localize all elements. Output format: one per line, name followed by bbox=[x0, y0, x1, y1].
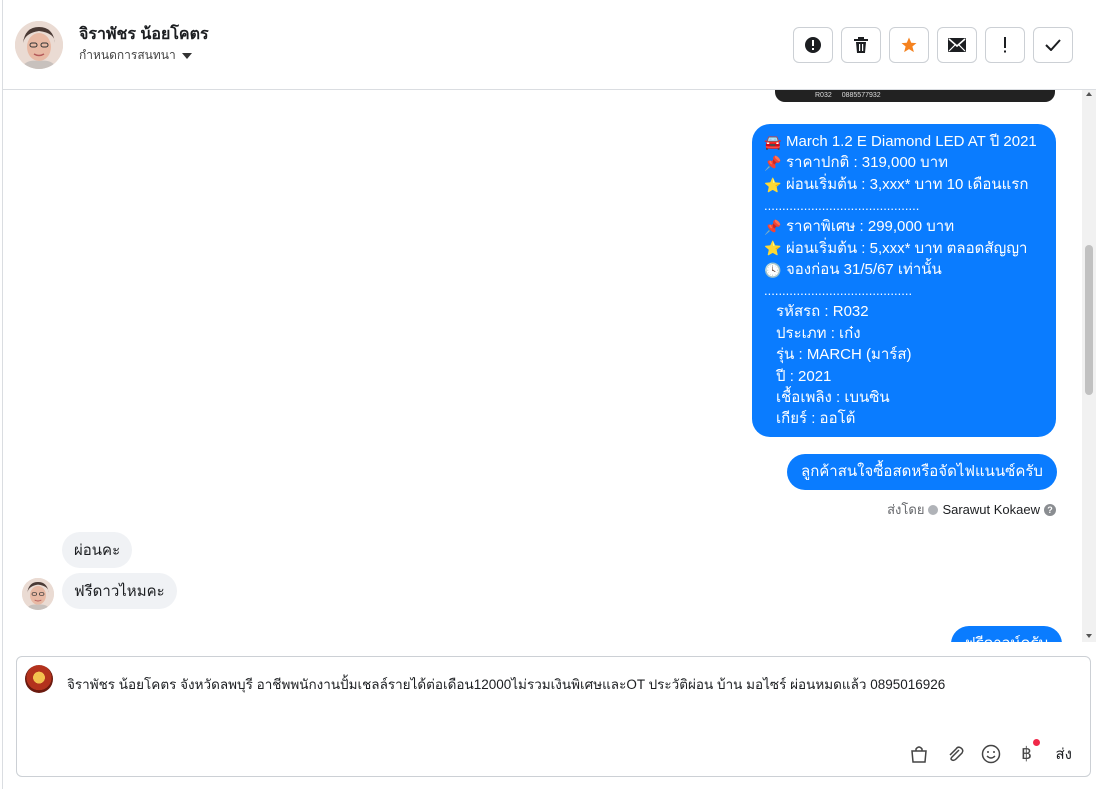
outgoing-message[interactable]: ลูกค้าสนใจซื้อสดหรือจัดไฟแนนซ์ครับ bbox=[787, 454, 1057, 490]
alert-circle-icon bbox=[805, 37, 821, 53]
smiley-icon bbox=[981, 744, 1000, 764]
sent-by-prefix: ส่งโดย bbox=[887, 502, 925, 517]
message-line: 🕓 จองก่อน 31/5/67 เท่านั้น bbox=[764, 259, 1044, 280]
message-line: รหัสรถ : R032 bbox=[764, 301, 1044, 322]
scrollbar-thumb[interactable] bbox=[1085, 245, 1093, 395]
image-attachment[interactable]: R032 0885577932 bbox=[775, 90, 1055, 102]
message-line-text: เกียร์ : ออโต้ bbox=[776, 410, 856, 428]
message-line: ⭐ ผ่อนเริ่มต้น : 3,xxx* บาท 10 เดือนแรก bbox=[764, 174, 1044, 195]
verified-icon bbox=[928, 504, 939, 515]
star-button[interactable] bbox=[889, 27, 929, 63]
send-button[interactable]: ส่ง bbox=[1056, 742, 1072, 766]
message-list: R032 0885577932 🚘 March 1.2 E Diamond LED… bbox=[3, 90, 1083, 642]
incoming-message[interactable]: ฟรีดาวไหมคะ bbox=[62, 573, 177, 609]
attach-button[interactable] bbox=[944, 743, 966, 765]
conversation-header: จิราพัชร น้อยโคตร กำหนดการสนทนา bbox=[3, 0, 1096, 90]
emoji-icon: 🕓 bbox=[764, 261, 782, 278]
emoji-icon: 🚘 bbox=[764, 133, 782, 150]
composer-toolbar: ฿ ส่ง bbox=[908, 739, 1072, 766]
message-line-text: ปี : 2021 bbox=[776, 367, 832, 385]
incoming-message[interactable]: ผ่อนคะ bbox=[62, 532, 133, 568]
message-line: ........................................… bbox=[764, 280, 1044, 301]
image-phone: 0885577932 bbox=[841, 91, 881, 99]
scroll-up-arrow-icon[interactable] bbox=[1086, 92, 1092, 96]
spam-button[interactable] bbox=[793, 27, 833, 63]
contact-name: จิราพัชร น้อยโคตร bbox=[79, 26, 209, 43]
message-line: เกียร์ : ออโต้ bbox=[764, 408, 1044, 429]
conversation-panel: จิราพัชร น้อยโคตร กำหนดการสนทนา R032 088… bbox=[2, 0, 1096, 789]
trash-icon bbox=[854, 37, 868, 53]
message-line-text: March 1.2 E Diamond LED AT ปี 2021 bbox=[786, 133, 1037, 150]
header-actions bbox=[793, 27, 1073, 63]
envelope-icon bbox=[948, 38, 966, 52]
page-avatar bbox=[25, 665, 53, 693]
message-composer[interactable]: จิราพัชร น้อยโคตร จังหวัดลพบุรี อาชีพพนั… bbox=[16, 656, 1091, 777]
assign-label: กำหนดการสนทนา bbox=[79, 48, 176, 62]
emoji-icon: ⭐ bbox=[764, 240, 782, 257]
payment-button[interactable]: ฿ bbox=[1016, 739, 1040, 765]
message-line-text: รุ่น : MARCH (มาร์ส) bbox=[776, 346, 912, 364]
message-line-text: ผ่อนเริ่มต้น : 3,xxx* บาท 10 เดือนแรก bbox=[786, 175, 1029, 193]
message-line-text: ........................................… bbox=[764, 198, 920, 214]
message-line-text: ราคาพิเศษ : 299,000 บาท bbox=[786, 218, 955, 236]
outgoing-message-car-details[interactable]: 🚘 March 1.2 E Diamond LED AT ปี 2021 📌 ราคา… bbox=[752, 124, 1056, 437]
help-icon[interactable]: ? bbox=[1044, 503, 1056, 516]
message-line-text: เชื้อเพลิง : เบนซิน bbox=[776, 389, 890, 407]
image-code: R032 bbox=[815, 91, 832, 99]
assign-conversation-dropdown[interactable]: กำหนดการสนทนา bbox=[79, 46, 192, 65]
message-line: เชื้อเพลิง : เบนซิน bbox=[764, 387, 1044, 408]
composer-input[interactable]: จิราพัชร น้อยโคตร จังหวัดลพบุรี อาชีพพนั… bbox=[67, 673, 945, 695]
check-icon bbox=[1045, 39, 1061, 51]
message-line: ⭐ ผ่อนเริ่มต้น : 5,xxx* บาท ตลอดสัญญา bbox=[764, 238, 1044, 259]
message-text: ผ่อนคะ bbox=[74, 542, 121, 559]
message-line: 🚘 March 1.2 E Diamond LED AT ปี 2021 bbox=[764, 131, 1044, 152]
shop-button[interactable] bbox=[908, 743, 930, 765]
message-text: ฟรีดาวน์ครับ bbox=[965, 633, 1048, 642]
important-button[interactable] bbox=[985, 27, 1025, 63]
message-line: ประเภท : เก๋ง bbox=[764, 323, 1044, 344]
exclamation-icon bbox=[1004, 37, 1006, 53]
outgoing-message[interactable]: ฟรีดาวน์ครับ bbox=[951, 626, 1063, 642]
message-line-text: ประเภท : เก๋ง bbox=[776, 324, 861, 342]
message-line: 📌 ราคาปกติ : 319,000 บาท bbox=[764, 152, 1044, 173]
sent-by: ส่งโดย Sarawut Kokaew ? bbox=[887, 499, 1056, 520]
scroll-down-arrow-icon[interactable] bbox=[1086, 634, 1092, 638]
message-line: รุ่น : MARCH (มาร์ส) bbox=[764, 344, 1044, 365]
paperclip-icon bbox=[948, 746, 964, 762]
notification-dot bbox=[1032, 739, 1040, 746]
done-button[interactable] bbox=[1033, 27, 1073, 63]
star-icon bbox=[901, 37, 917, 53]
message-line-text: รหัสรถ : R032 bbox=[776, 303, 869, 321]
mark-unread-button[interactable] bbox=[937, 27, 977, 63]
message-line-text: ผ่อนเริ่มต้น : 5,xxx* บาท ตลอดสัญญา bbox=[786, 239, 1028, 257]
message-line: ปี : 2021 bbox=[764, 366, 1044, 387]
message-line-text: จองก่อน 31/5/67 เท่านั้น bbox=[786, 261, 942, 279]
message-line-text: ........................................… bbox=[764, 283, 913, 299]
sender-avatar[interactable] bbox=[22, 578, 54, 610]
emoji-icon: 📌 bbox=[764, 218, 782, 235]
message-line: 📌 ราคาพิเศษ : 299,000 บาท bbox=[764, 216, 1044, 237]
emoji-button[interactable] bbox=[980, 743, 1002, 765]
emoji-icon: 📌 bbox=[764, 155, 782, 172]
message-text: ฟรีดาวไหมคะ bbox=[74, 583, 165, 600]
message-scrollbar[interactable] bbox=[1082, 90, 1096, 642]
shopping-bag-icon bbox=[910, 746, 927, 763]
message-text: ลูกค้าสนใจซื้อสดหรือจัดไฟแนนซ์ครับ bbox=[801, 463, 1043, 481]
sent-by-name[interactable]: Sarawut Kokaew bbox=[942, 502, 1040, 517]
caret-down-icon bbox=[181, 52, 192, 59]
message-line: ........................................… bbox=[764, 195, 1044, 216]
message-line-text: ราคาปกติ : 319,000 บาท bbox=[786, 154, 949, 172]
emoji-icon: ⭐ bbox=[764, 176, 782, 193]
delete-button[interactable] bbox=[841, 27, 881, 63]
baht-icon: ฿ bbox=[1021, 744, 1032, 763]
contact-avatar[interactable] bbox=[15, 21, 63, 69]
